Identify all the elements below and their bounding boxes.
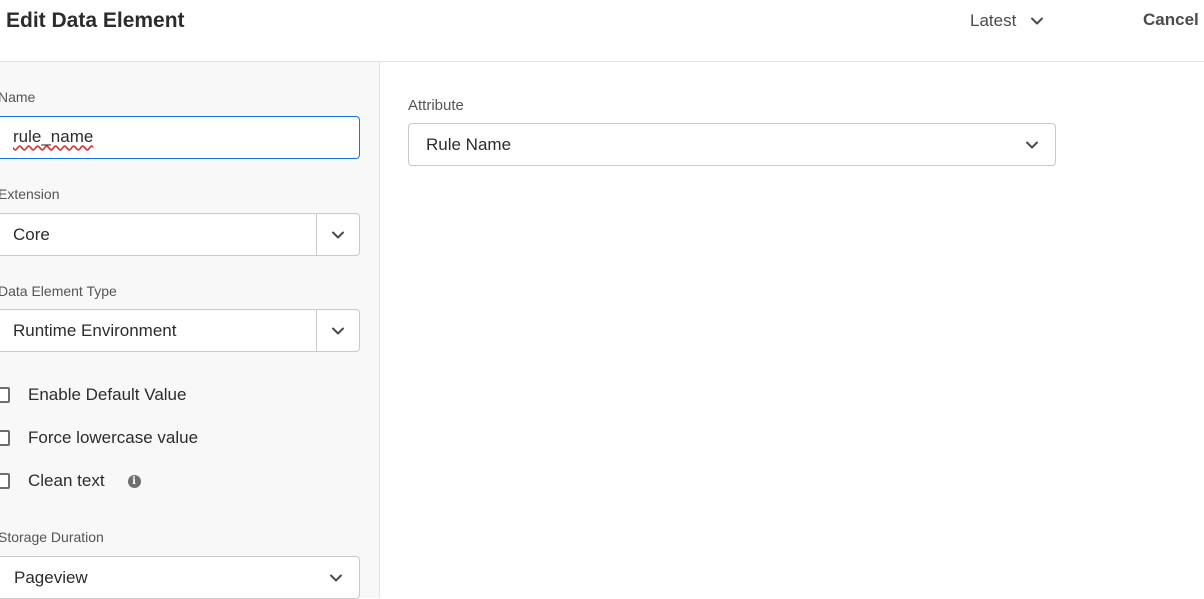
extension-label: Extension: [0, 186, 60, 202]
chevron-down-icon: [1031, 17, 1044, 25]
attribute-value: Rule Name: [426, 134, 512, 154]
right-panel: Attribute Rule Name: [381, 62, 1204, 598]
page-title: Edit Data Element: [6, 9, 185, 32]
attribute-select[interactable]: Rule Name: [408, 123, 1056, 166]
left-panel: Name rule_name Extension Core Data Eleme…: [0, 62, 380, 599]
storage-duration-value: Pageview: [14, 567, 88, 587]
data-element-type-dropdown-button[interactable]: [316, 310, 359, 351]
name-label: Name: [0, 89, 36, 105]
data-element-type-label: Data Element Type: [0, 283, 117, 299]
name-input-value: rule_name: [13, 127, 94, 146]
data-element-type-value: Runtime Environment: [13, 321, 177, 340]
clean-text-checkbox[interactable]: [0, 473, 10, 489]
data-element-type-select[interactable]: Runtime Environment: [0, 309, 360, 352]
force-lowercase-label: Force lowercase value: [28, 428, 199, 447]
chevron-down-icon: [330, 574, 342, 581]
version-picker[interactable]: Latest: [970, 11, 1044, 31]
info-icon[interactable]: i: [127, 474, 141, 488]
name-input[interactable]: rule_name: [0, 116, 360, 159]
enable-default-value-checkbox[interactable]: [0, 387, 10, 403]
enable-default-value-option[interactable]: Enable Default Value: [0, 385, 186, 405]
clean-text-label: Clean text: [28, 471, 105, 490]
extension-dropdown-button[interactable]: [316, 214, 359, 255]
enable-default-value-label: Enable Default Value: [28, 385, 187, 404]
extension-value: Core: [13, 225, 50, 244]
force-lowercase-checkbox[interactable]: [0, 430, 10, 446]
header-bar: Edit Data Element Latest Cancel: [0, 0, 1204, 62]
storage-duration-label: Storage Duration: [0, 529, 104, 545]
chevron-down-icon: [1026, 141, 1038, 148]
chevron-down-icon: [332, 327, 344, 334]
version-label: Latest: [970, 11, 1017, 30]
extension-select[interactable]: Core: [0, 213, 360, 256]
force-lowercase-option[interactable]: Force lowercase value: [0, 428, 198, 448]
attribute-label: Attribute: [408, 97, 464, 114]
clean-text-option[interactable]: Clean text i: [0, 471, 141, 491]
storage-duration-select[interactable]: Pageview: [0, 556, 360, 599]
chevron-down-icon: [332, 231, 344, 238]
cancel-button[interactable]: Cancel: [1143, 10, 1199, 30]
